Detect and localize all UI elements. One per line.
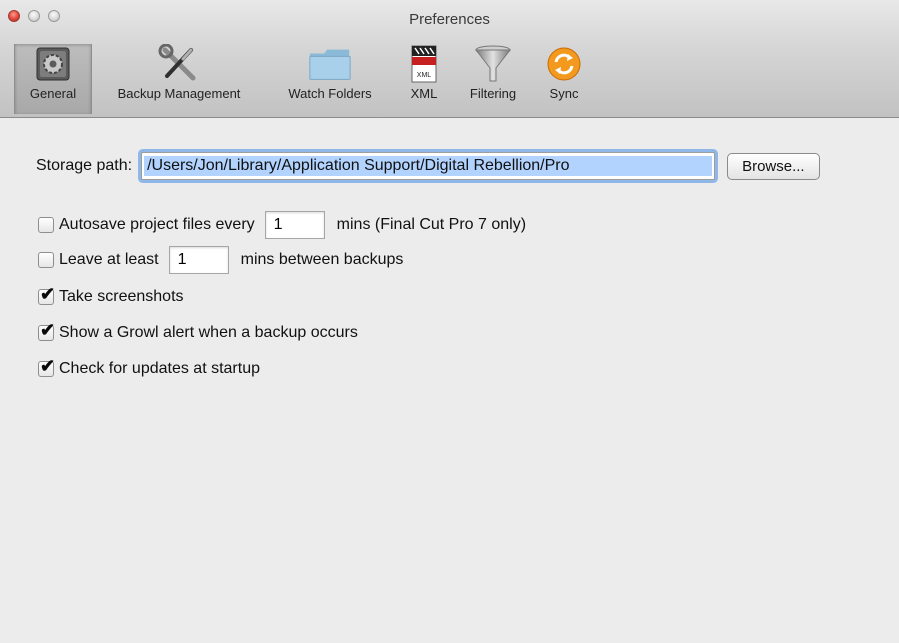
autosave-suffix: mins (Final Cut Pro 7 only)	[336, 216, 527, 233]
storage-path-row: Storage path: /Users/Jon/Library/Applica…	[36, 152, 820, 180]
gear-icon	[30, 44, 76, 84]
tools-icon	[156, 44, 202, 84]
checkmark-icon: ✔	[40, 284, 56, 304]
tab-backup-management-label: Backup Management	[117, 86, 241, 101]
funnel-icon	[470, 44, 516, 84]
growl-alert-checkbox[interactable]: ✔	[38, 321, 55, 341]
preferences-window: Preferences General Backup Management Wa…	[0, 0, 899, 643]
tab-sync[interactable]: Sync	[536, 44, 592, 114]
autosave-minutes-input[interactable]	[264, 211, 325, 239]
tab-watch-folders-label: Watch Folders	[288, 86, 372, 101]
leave-at-least-checkbox[interactable]	[38, 252, 54, 268]
tab-watch-folders[interactable]: Watch Folders	[270, 44, 390, 114]
sync-icon	[541, 44, 587, 84]
tab-filtering-label: Filtering	[469, 86, 517, 101]
storage-path-field[interactable]: /Users/Jon/Library/Application Support/D…	[141, 152, 716, 180]
growl-label: Show a Growl alert when a backup occurs	[59, 324, 358, 341]
xml-file-icon: XML	[401, 44, 447, 84]
autosave-row: Autosave project files every mins (Final…	[38, 211, 526, 239]
browse-button[interactable]: Browse...	[727, 152, 820, 180]
toolbar: Preferences General Backup Management Wa…	[0, 0, 899, 118]
tab-xml-label: XML	[410, 86, 438, 101]
screenshots-row: ✔ Take screenshots	[38, 285, 184, 306]
updates-row: ✔ Check for updates at startup	[38, 357, 260, 378]
tab-general-label: General	[29, 86, 77, 101]
storage-path-label: Storage path:	[36, 157, 133, 174]
growl-row: ✔ Show a Growl alert when a backup occur…	[38, 321, 358, 342]
checkmark-icon: ✔	[40, 356, 56, 376]
tab-filtering[interactable]: Filtering	[457, 44, 529, 114]
folder-icon	[307, 44, 353, 84]
checkmark-icon: ✔	[40, 320, 56, 340]
svg-text:XML: XML	[417, 72, 432, 79]
updates-label: Check for updates at startup	[59, 360, 260, 377]
autosave-checkbox[interactable]	[38, 217, 54, 233]
tab-sync-label: Sync	[549, 86, 579, 101]
take-screenshots-checkbox[interactable]: ✔	[38, 285, 55, 305]
leave-minutes-input[interactable]	[168, 246, 229, 274]
tab-general[interactable]: General	[14, 44, 92, 114]
autosave-label: Autosave project files every	[59, 216, 255, 233]
tab-xml[interactable]: XML XML	[398, 44, 450, 114]
check-updates-checkbox[interactable]: ✔	[38, 357, 55, 377]
window-title: Preferences	[409, 11, 490, 28]
screenshots-label: Take screenshots	[59, 288, 184, 305]
general-pane: Storage path: /Users/Jon/Library/Applica…	[0, 118, 899, 643]
tab-backup-management[interactable]: Backup Management	[95, 44, 263, 114]
leave-label: Leave at least	[59, 251, 159, 268]
storage-path-value: /Users/Jon/Library/Application Support/D…	[144, 156, 713, 176]
leave-suffix: mins between backups	[240, 251, 404, 268]
leave-row: Leave at least mins between backups	[38, 246, 403, 274]
